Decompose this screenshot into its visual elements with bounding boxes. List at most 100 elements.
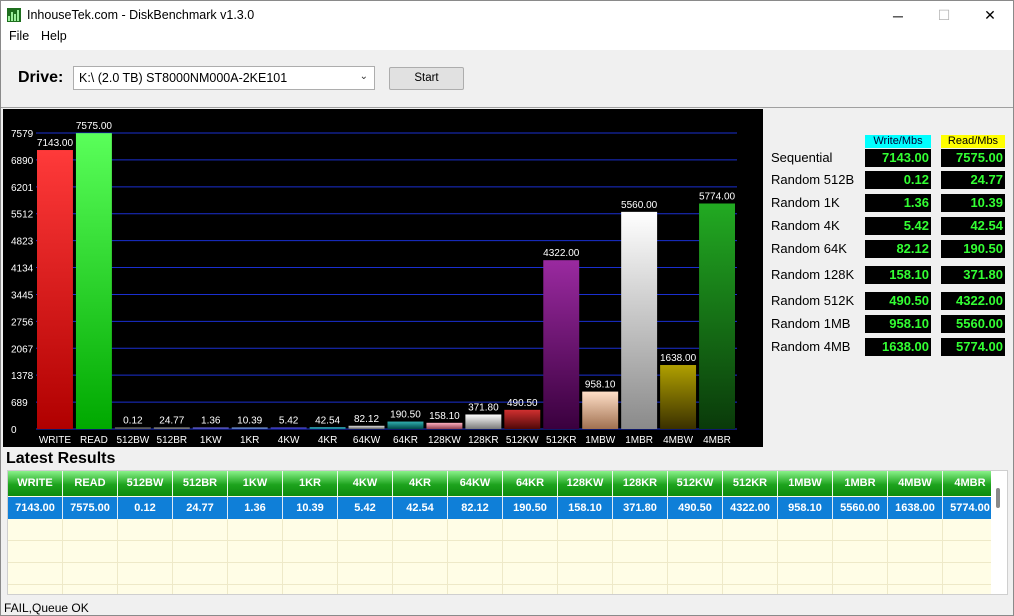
summary-write-value: 158.10 <box>865 266 931 284</box>
drive-label: Drive: <box>18 69 64 86</box>
bar-value-label: 190.50 <box>390 410 421 421</box>
x-category-label: 1MBR <box>625 435 653 446</box>
table-cell[interactable]: 10.39 <box>283 497 338 519</box>
table-cell[interactable]: 5560.00 <box>833 497 888 519</box>
grid-line <box>282 519 283 594</box>
table-cell[interactable]: 190.50 <box>503 497 558 519</box>
table-cell[interactable]: 5774.00 <box>943 497 998 519</box>
summary-read-value: 4322.00 <box>941 292 1005 310</box>
empty-row <box>8 563 993 585</box>
table-cell[interactable]: 958.10 <box>778 497 833 519</box>
table-cell[interactable]: 0.12 <box>118 497 173 519</box>
close-button[interactable]: ✕ <box>967 1 1013 30</box>
bar-value-label: 958.10 <box>585 380 616 391</box>
y-tick-label: 689 <box>11 398 28 409</box>
x-category-label: 4MBW <box>663 435 694 446</box>
menu-help[interactable]: Help <box>33 30 75 43</box>
table-cell[interactable]: 1.36 <box>228 497 283 519</box>
bar-value-label: 0.12 <box>123 416 143 427</box>
minimize-button[interactable]: ─ <box>875 1 921 30</box>
results-title: Latest Results <box>6 450 116 467</box>
table-cell[interactable]: 7143.00 <box>8 497 63 519</box>
grid-line <box>502 519 503 594</box>
summary-read-value: 7575.00 <box>941 149 1005 167</box>
table-cell[interactable]: 490.50 <box>668 497 723 519</box>
table-cell[interactable]: 82.12 <box>448 497 503 519</box>
summary-label: Random 512B <box>771 172 855 187</box>
grid-line <box>942 519 943 594</box>
column-header[interactable]: 512BW <box>118 471 173 496</box>
bar <box>309 427 346 429</box>
column-header[interactable]: 512BR <box>173 471 228 496</box>
summary-label: Random 1MB <box>771 316 851 331</box>
y-tick-label: 4134 <box>11 264 34 275</box>
bar-value-label: 1.36 <box>201 416 221 427</box>
summary-write-value: 1.36 <box>865 194 931 212</box>
table-cell[interactable]: 4322.00 <box>723 497 778 519</box>
column-header[interactable]: 128KW <box>558 471 613 496</box>
table-cell[interactable]: 7575.00 <box>63 497 118 519</box>
y-tick-label: 7579 <box>11 129 34 140</box>
summary-read-value: 5774.00 <box>941 338 1005 356</box>
grid-line <box>722 519 723 594</box>
grid-line <box>777 519 778 594</box>
start-button[interactable]: Start <box>389 67 464 90</box>
table-cell[interactable]: 1638.00 <box>888 497 943 519</box>
scrollbar-thumb[interactable] <box>996 488 1000 508</box>
bar <box>504 409 541 429</box>
menu-bar: File Help <box>1 30 1013 50</box>
title-bar[interactable]: InhouseTek.com - DiskBenchmark v1.3.0 ─ … <box>1 1 1013 30</box>
table-cell[interactable]: 24.77 <box>173 497 228 519</box>
bar <box>426 422 463 429</box>
menu-file[interactable]: File <box>1 30 37 43</box>
column-header[interactable]: WRITE <box>8 471 63 496</box>
grid-line <box>337 519 338 594</box>
column-header[interactable]: 4KW <box>338 471 393 496</box>
bar-value-label: 24.77 <box>159 416 184 427</box>
results-grid[interactable]: WRITE READ 512BW 512BR 1KW 1KR 4KW 4KR 64KW 64KR 1… <box>7 470 1008 595</box>
table-row[interactable]: 7143.00 7575.00 0.12 24.77 1.36 10.39 5.42 42.5… <box>8 497 998 519</box>
x-category-label: 512BR <box>157 435 188 446</box>
x-category-label: 1MBW <box>585 435 616 446</box>
column-header[interactable]: 4MBR <box>943 471 998 496</box>
column-header[interactable]: 64KW <box>448 471 503 496</box>
column-header[interactable]: 512KR <box>723 471 778 496</box>
y-tick-label: 1378 <box>11 371 34 382</box>
summary-label: Random 128K <box>771 267 855 282</box>
chevron-down-icon: ⌄ <box>359 71 368 82</box>
column-header[interactable]: 1KR <box>283 471 338 496</box>
bar-value-label: 1638.00 <box>660 353 697 364</box>
bar-value-label: 7575.00 <box>76 121 113 132</box>
column-header[interactable]: 64KR <box>503 471 558 496</box>
drive-dropdown[interactable]: K:\ (2.0 TB) ST8000NM000A-2KE101 ⌄ <box>73 66 375 90</box>
column-header[interactable]: 4MBW <box>888 471 943 496</box>
x-category-label: 64KR <box>393 435 418 446</box>
app-window: InhouseTek.com - DiskBenchmark v1.3.0 ─ … <box>0 0 1014 616</box>
column-header[interactable]: READ <box>63 471 118 496</box>
bar-value-label: 5774.00 <box>699 191 736 202</box>
bar <box>465 414 502 429</box>
column-header[interactable]: 512KW <box>668 471 723 496</box>
y-tick-label: 6201 <box>11 183 34 194</box>
table-cell[interactable]: 42.54 <box>393 497 448 519</box>
table-cell[interactable]: 5.42 <box>338 497 393 519</box>
vertical-scrollbar[interactable] <box>991 471 1007 594</box>
table-cell[interactable]: 371.80 <box>613 497 668 519</box>
grid-line <box>557 519 558 594</box>
y-tick-label: 5512 <box>11 210 34 221</box>
column-header[interactable]: 4KR <box>393 471 448 496</box>
column-header[interactable]: 1KW <box>228 471 283 496</box>
column-header[interactable]: 128KR <box>613 471 668 496</box>
column-header[interactable]: 1MBW <box>778 471 833 496</box>
maximize-button[interactable]: ☐ <box>921 1 967 30</box>
column-header[interactable]: 1MBR <box>833 471 888 496</box>
summary-label: Random 64K <box>771 241 847 256</box>
bar-value-label: 158.10 <box>429 411 460 422</box>
grid-line <box>117 519 118 594</box>
summary-label: Random 512K <box>771 293 855 308</box>
bar <box>387 421 424 429</box>
x-category-label: READ <box>80 435 108 446</box>
grid-line <box>667 519 668 594</box>
summary-label: Random 4K <box>771 218 840 233</box>
table-cell[interactable]: 158.10 <box>558 497 613 519</box>
